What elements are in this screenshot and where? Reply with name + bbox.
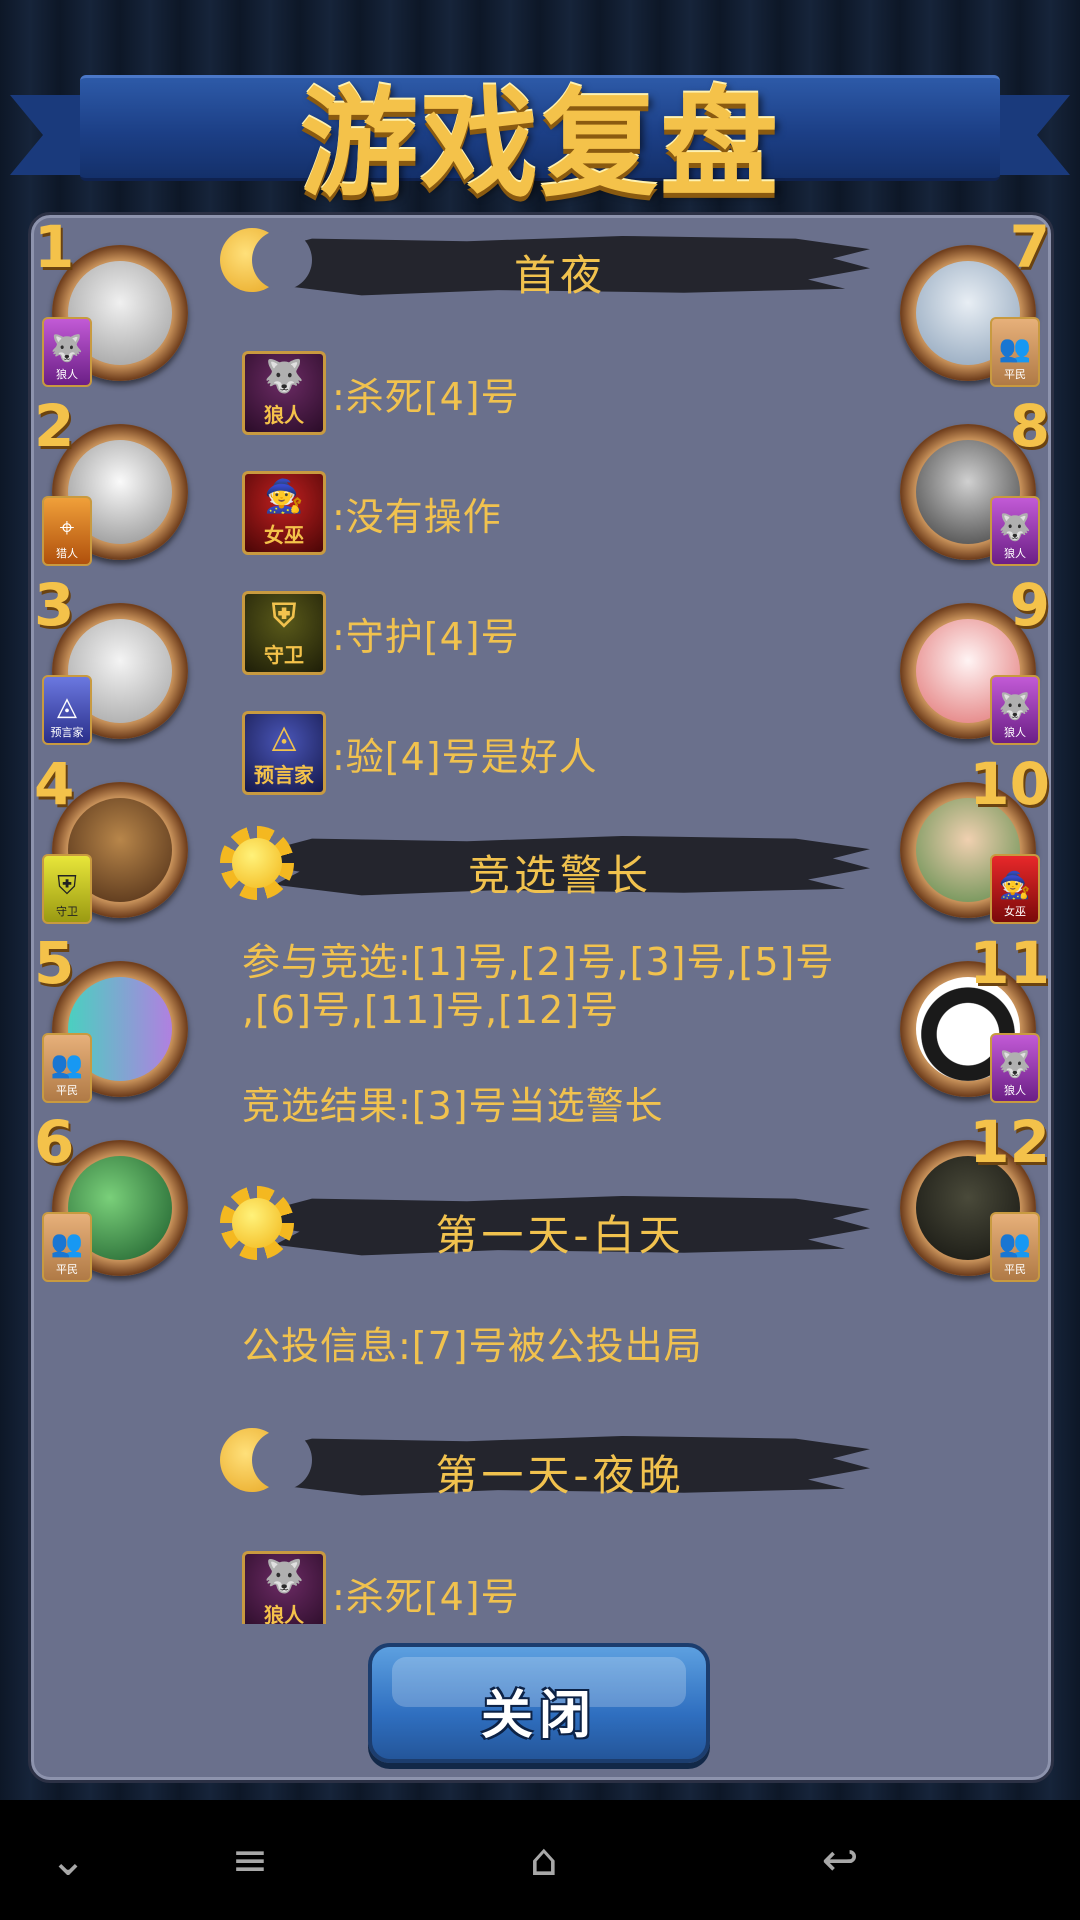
section-title: 竞选警长 xyxy=(467,851,652,900)
action-text: :杀死[4]号 xyxy=(332,374,520,419)
action-text: :杀死[4]号 xyxy=(332,1574,520,1619)
action-row: ⛨ 守卫 :守护[4]号 xyxy=(242,590,520,676)
action-row: 🐺 狼人 :杀死[4]号 xyxy=(242,1550,520,1624)
candidates-line-2: ,[6]号,[11]号,[12]号 xyxy=(242,988,620,1032)
section-header-sheriff: 竞选警长 xyxy=(210,820,870,910)
action-text: :没有操作 xyxy=(332,494,502,539)
section-title: 第一天-夜晚 xyxy=(435,1451,685,1500)
shield-icon: ⛨ xyxy=(271,596,296,634)
role-icon-label: 守卫 xyxy=(264,643,304,667)
wolf-icon: 🐺 xyxy=(264,1557,304,1595)
role-icon-wolf: 🐺 狼人 xyxy=(242,351,326,435)
action-text: :守护[4]号 xyxy=(332,614,520,659)
role-icon-label: 狼人 xyxy=(264,1603,304,1624)
wolf-icon: 🐺 xyxy=(264,357,304,395)
role-icon-wolf: 🐺 狼人 xyxy=(242,1551,326,1624)
eye-icon: ◬ xyxy=(271,717,297,755)
action-text: :验[4]号是好人 xyxy=(332,734,598,779)
section-header-day1: 第一天-白天 xyxy=(210,1180,870,1270)
sheriff-result: 竞选结果:[3]号当选警长 xyxy=(242,1084,664,1128)
menu-icon[interactable]: ≡ xyxy=(190,1800,310,1920)
section-title: 第一天-白天 xyxy=(435,1211,685,1260)
section-title: 首夜 xyxy=(513,251,606,300)
role-icon-label: 女巫 xyxy=(264,523,304,547)
role-icon-guard: ⛨ 守卫 xyxy=(242,591,326,675)
witch-hat-icon: 🧙 xyxy=(264,477,304,515)
role-icon-witch: 🧙 女巫 xyxy=(242,471,326,555)
action-row: ◬ 预言家 :验[4]号是好人 xyxy=(242,710,598,796)
close-button[interactable]: 关闭 xyxy=(368,1643,710,1763)
back-icon[interactable]: ↩ xyxy=(780,1800,900,1920)
sheriff-candidates: 参与竞选:[1]号,[2]号,[3]号,[5]号 ,[6]号,[11]号,[12… xyxy=(242,938,862,1034)
hide-keyboard-icon[interactable]: ⌄ xyxy=(8,1800,128,1920)
section-header-night2: 第一天-夜晚 xyxy=(210,1420,870,1510)
role-icon-label: 预言家 xyxy=(254,763,314,787)
close-button-label: 关闭 xyxy=(480,1686,597,1746)
candidates-line-1: 参与竞选:[1]号,[2]号,[3]号,[5]号 xyxy=(242,940,835,984)
vote-info: 公投信息:[7]号被公投出局 xyxy=(242,1324,703,1368)
title-banner: 游戏复盘 xyxy=(0,40,1080,213)
home-icon[interactable]: ⌂ xyxy=(484,1800,604,1920)
action-row: 🧙 女巫 :没有操作 xyxy=(242,470,502,556)
role-icon-label: 狼人 xyxy=(264,403,304,427)
action-row: 🐺 狼人 :杀死[4]号 xyxy=(242,350,520,436)
page-title: 游戏复盘 xyxy=(299,75,780,213)
role-icon-seer: ◬ 预言家 xyxy=(242,711,326,795)
section-header-night1: 首夜 xyxy=(210,220,870,310)
replay-log[interactable]: 首夜 🐺 狼人 :杀死[4]号 🧙 女巫 :没有操作 ⛨ 守卫 :守护[4]号 ◬ 预言… xyxy=(28,212,1054,1624)
navigation-bar: ⌄ ≡ ⌂ ↩ xyxy=(0,1800,1080,1920)
